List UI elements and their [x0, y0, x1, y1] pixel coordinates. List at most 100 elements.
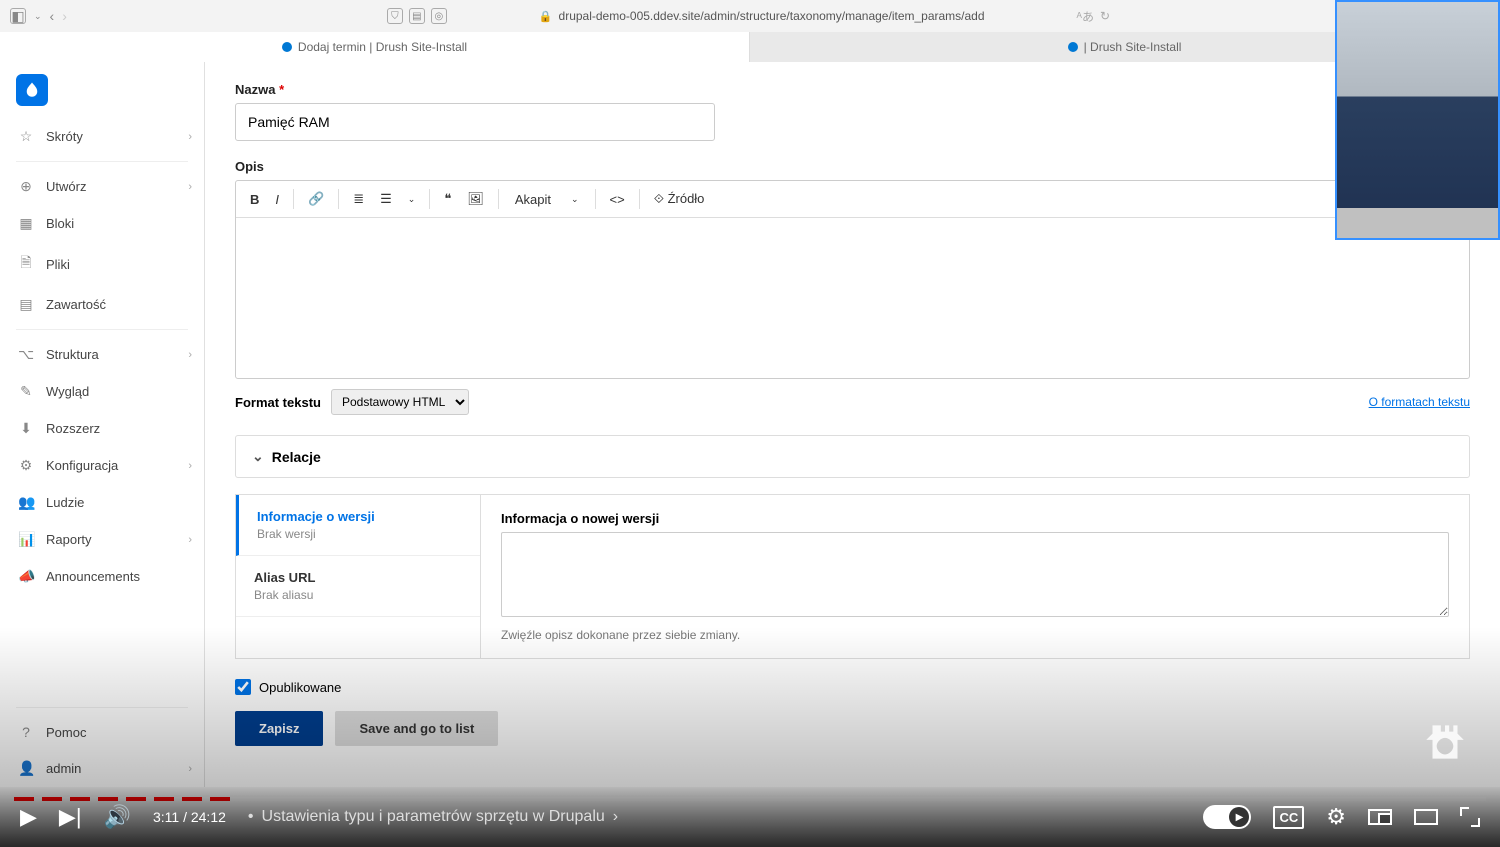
dropdown-icon[interactable]: ⌄ — [34, 11, 42, 22]
sidebar-item-reports[interactable]: 📊Raporty› — [0, 521, 204, 558]
miniplayer-icon[interactable] — [1368, 809, 1392, 825]
chart-icon: 📊 — [18, 531, 34, 548]
desc-label: Opis — [235, 159, 1470, 174]
sidebar-item-content[interactable]: ▤Zawartość — [0, 286, 204, 323]
captions-icon[interactable]: CC — [1273, 806, 1304, 829]
revision-log-help: Zwięźle opisz dokonane przez siebie zmia… — [501, 628, 1449, 642]
reload-icon[interactable]: ↻ — [1100, 9, 1110, 23]
browser-tab-0[interactable]: Dodaj termin | Drush Site-Install — [0, 32, 750, 62]
forward-icon[interactable]: › — [62, 8, 67, 24]
chevron-right-icon: › — [188, 181, 192, 193]
chevron-right-icon: › — [188, 131, 192, 143]
file-icon: 🗎 — [18, 252, 34, 276]
main-content: Nazwa * Opis B I 🔗 ≣ ☰ ⌄ ❝ 🖼 — [205, 62, 1500, 787]
doc-icon: ▤ — [18, 296, 34, 313]
settings-icon[interactable]: ⚙ — [1326, 804, 1346, 830]
name-input[interactable] — [235, 103, 715, 141]
brush-icon: ✎ — [18, 383, 34, 400]
relations-summary: Relacje — [272, 449, 321, 465]
link-icon[interactable]: 🔗 — [302, 187, 330, 211]
help-icon: ? — [18, 724, 34, 740]
sidebar-item-shortcuts[interactable]: ☆Skróty› — [0, 118, 204, 155]
presenter-webcam — [1335, 0, 1500, 240]
published-label: Opublikowane — [259, 680, 341, 695]
number-list-icon[interactable]: ☰ — [374, 187, 398, 211]
bullet-list-icon[interactable]: ≣ — [347, 187, 370, 211]
user-icon: 👤 — [18, 760, 34, 777]
vertical-tabs: Informacje o wersji Brak wersji Alias UR… — [235, 494, 1470, 659]
drupal-favicon-icon — [1068, 42, 1078, 52]
admin-sidebar: ☆Skróty› ⊕Utwórz› ▦Bloki 🗎Pliki ▤Zawarto… — [0, 62, 205, 787]
chevron-right-icon: › — [188, 534, 192, 546]
back-icon[interactable]: ‹ — [50, 8, 55, 24]
list-dropdown-icon[interactable]: ⌄ — [402, 190, 422, 209]
italic-icon[interactable]: I — [269, 188, 285, 211]
translate-icon[interactable]: ᴬあ — [1077, 8, 1094, 25]
star-icon: ☆ — [18, 128, 34, 145]
browser-tabs: Dodaj termin | Drush Site-Install | Drus… — [0, 32, 1500, 62]
autoplay-toggle[interactable]: ▶ — [1203, 805, 1251, 829]
channel-watermark[interactable] — [1420, 717, 1470, 767]
play-icon[interactable]: ▶ — [20, 804, 37, 830]
relations-details[interactable]: Relacje — [235, 435, 1470, 478]
sidebar-item-help[interactable]: ?Pomoc — [0, 714, 204, 750]
format-help-link[interactable]: O formatach tekstu — [1369, 395, 1470, 409]
revision-log-label: Informacja o nowej wersji — [501, 511, 1449, 526]
ext-icon[interactable]: ◎ — [431, 8, 447, 24]
editor-body[interactable] — [236, 218, 1469, 378]
tab-title: Dodaj termin | Drush Site-Install — [298, 40, 467, 54]
megaphone-icon: 📣 — [18, 568, 34, 585]
save-button[interactable]: Zapisz — [235, 711, 323, 746]
sidebar-item-blocks[interactable]: ▦Bloki — [0, 205, 204, 242]
grid-icon: ▦ — [18, 215, 34, 232]
download-icon: ⬇ — [18, 420, 34, 437]
rich-text-editor: B I 🔗 ≣ ☰ ⌄ ❝ 🖼 Akapit⌄ <> ⟐ Źró — [235, 180, 1470, 379]
published-checkbox[interactable] — [235, 679, 251, 695]
volume-icon[interactable]: 🔊 — [104, 804, 131, 830]
sidebar-item-appearance[interactable]: ✎Wygląd — [0, 373, 204, 410]
next-icon[interactable]: ▶| — [59, 804, 82, 830]
drupal-logo[interactable] — [16, 74, 48, 106]
name-label: Nazwa * — [235, 82, 1470, 97]
sidebar-item-structure[interactable]: ⌥Struktura› — [0, 336, 204, 373]
code-icon[interactable]: <> — [604, 188, 631, 211]
save-and-list-button[interactable]: Save and go to list — [335, 711, 498, 746]
theater-icon[interactable] — [1414, 809, 1438, 825]
url-text[interactable]: drupal-demo-005.ddev.site/admin/structur… — [559, 9, 985, 23]
bold-icon[interactable]: B — [244, 188, 265, 211]
sidebar-item-admin[interactable]: 👤admin› — [0, 750, 204, 787]
revision-log-input[interactable] — [501, 532, 1449, 617]
chevron-right-icon: › — [188, 460, 192, 472]
chapter-title[interactable]: • Ustawienia typu i parametrów sprzętu w… — [248, 808, 618, 826]
plus-circle-icon: ⊕ — [18, 178, 34, 195]
image-icon[interactable]: 🖼 — [461, 187, 490, 211]
shield-icon[interactable]: ⛉ — [387, 8, 403, 24]
sidebar-item-create[interactable]: ⊕Utwórz› — [0, 168, 204, 205]
reader-icon[interactable]: ▤ — [409, 8, 425, 24]
sidebar-item-extend[interactable]: ⬇Rozszerz — [0, 410, 204, 447]
vtab-alias[interactable]: Alias URL Brak aliasu — [236, 556, 480, 617]
sidebar-item-config[interactable]: ⚙Konfiguracja› — [0, 447, 204, 484]
paragraph-dropdown[interactable]: Akapit⌄ — [507, 188, 587, 211]
format-label: Format tekstu — [235, 395, 321, 410]
people-icon: 👥 — [18, 494, 34, 511]
sidebar-item-announcements[interactable]: 📣Announcements — [0, 558, 204, 595]
chevron-right-icon: › — [613, 808, 618, 826]
sidebar-item-files[interactable]: 🗎Pliki — [0, 242, 204, 286]
branch-icon: ⌥ — [18, 346, 34, 363]
lock-icon: 🔒 — [539, 10, 553, 23]
quote-icon[interactable]: ❝ — [438, 187, 457, 211]
sidebar-toggle-icon[interactable]: ◧ — [10, 8, 26, 24]
chevron-right-icon: › — [188, 763, 192, 775]
vtab-revision[interactable]: Informacje o wersji Brak wersji — [236, 495, 480, 556]
sidebar-item-people[interactable]: 👥Ludzie — [0, 484, 204, 521]
format-select[interactable]: Podstawowy HTML — [331, 389, 469, 415]
source-button[interactable]: ⟐ Źródło — [648, 187, 711, 211]
tab-title: | Drush Site-Install — [1084, 40, 1182, 54]
chevron-right-icon: › — [188, 349, 192, 361]
video-player-controls: ▶ ▶| 🔊 3:11 / 24:12 • Ustawienia typu i … — [0, 787, 1500, 847]
sliders-icon: ⚙ — [18, 457, 34, 474]
fullscreen-icon[interactable] — [1460, 807, 1480, 827]
drupal-favicon-icon — [282, 42, 292, 52]
video-time: 3:11 / 24:12 — [153, 809, 226, 825]
